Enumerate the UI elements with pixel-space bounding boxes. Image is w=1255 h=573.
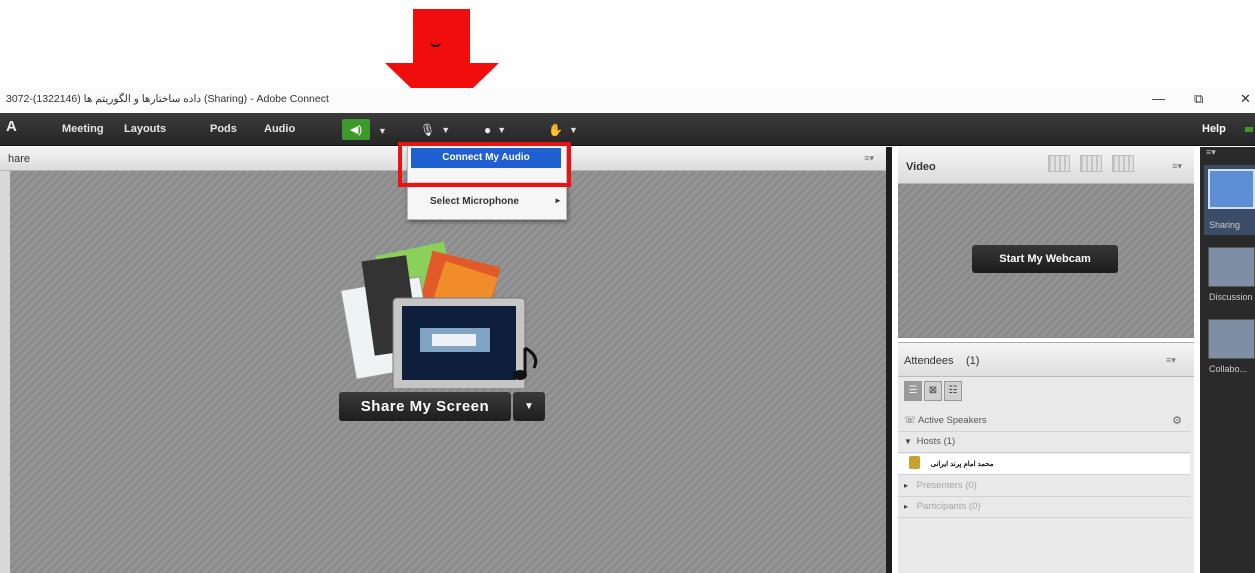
menu-audio[interactable]: Audio [264, 123, 295, 135]
hand-icon: ✋ [548, 122, 563, 137]
layouts-menu-icon[interactable]: ≡▾ [1206, 147, 1216, 158]
menu-meeting[interactable]: Meeting [62, 123, 104, 135]
participants-label: Participants (0) [916, 501, 981, 512]
status-dropdown-icon[interactable]: ▼ [569, 125, 578, 135]
host-name: محمد امام پرند ایرانی [930, 461, 994, 468]
start-webcam-button[interactable]: Start My Webcam [972, 245, 1118, 273]
restore-button[interactable]: ⧉ [1194, 91, 1203, 107]
pod-options-icon[interactable]: ≡▾ [1166, 355, 1176, 366]
speaker-button[interactable]: ◀) [342, 119, 370, 140]
gear-icon[interactable]: ⚙ [1172, 411, 1182, 431]
submenu-arrow-icon: ► [554, 196, 562, 205]
expand-right-icon: ▸ [904, 481, 909, 490]
filmstrip-view-icon[interactable] [1080, 155, 1102, 172]
participants-group-row[interactable]: ▸ Participants (0) [898, 497, 1190, 518]
window-titlebar: 3072-(1322146) داده ساختارها و الگوریتم … [0, 88, 1255, 113]
grid-view-icon[interactable] [1048, 155, 1070, 172]
attendee-view-buttons: ☰ ⊠ ☷ [904, 381, 962, 401]
share-my-screen-button[interactable]: Share My Screen [339, 392, 511, 421]
select-microphone-item[interactable]: Select Microphone [430, 196, 519, 207]
minimize-button[interactable]: — [1152, 91, 1165, 106]
hosts-label: Hosts (1) [916, 436, 956, 447]
share-pod-edge [0, 171, 10, 573]
adobe-logo-icon: A [6, 118, 17, 135]
menu-layouts[interactable]: Layouts [124, 123, 166, 135]
host-user-icon [909, 456, 920, 469]
microphone-dropdown-icon[interactable]: ▼ [441, 125, 450, 135]
presenters-label: Presenters (0) [916, 480, 977, 491]
layout-label-sharing[interactable]: Sharing [1209, 220, 1240, 230]
window-title: 3072-(1322146) داده ساختارها و الگوریتم … [6, 93, 329, 105]
webcam-button[interactable]: ● ▼ [484, 119, 506, 140]
share-options-dropdown-icon[interactable]: ▼ [513, 392, 545, 421]
close-button[interactable]: ✕ [1240, 91, 1251, 107]
expand-down-icon: ▼ [904, 437, 912, 446]
microphone-button[interactable]: 🎙 ▼ [420, 119, 450, 140]
active-speakers-row: ☏ Active Speakers ⚙ [898, 411, 1190, 432]
video-pod: Video ≡▾ Start My Webcam [898, 147, 1194, 338]
grid-view-icon[interactable]: ⊠ [924, 381, 942, 401]
expand-right-icon: ▸ [904, 502, 909, 511]
raise-hand-button[interactable]: ✋ ▼ [548, 119, 578, 140]
layout-thumbnail-sharing[interactable] [1208, 169, 1255, 209]
menu-bar: A Meeting Layouts Pods Audio ◀) ▼ 🎙 ▼ ● … [0, 113, 1255, 146]
layout-thumbnail-discussion[interactable] [1208, 247, 1255, 287]
list-view-icon[interactable]: ☰ [904, 381, 922, 401]
speaker-icon: ◀) [349, 124, 363, 136]
annotation-highlight-box [398, 142, 571, 187]
attendee-list-item[interactable]: محمد امام پرند ایرانی [898, 454, 1190, 475]
pod-options-icon[interactable]: ≡▾ [1172, 161, 1182, 172]
microphone-icon: 🎙 [420, 122, 436, 137]
connection-status-icon [1245, 127, 1253, 132]
screenshot-root: 3072-(1322146) داده ساختارها و الگوریتم … [0, 0, 1255, 573]
video-layout-icons [1048, 155, 1134, 172]
layout-label-collaboration[interactable]: Collabo... [1209, 364, 1247, 374]
layouts-panel: ≡▾ Sharing Discussion Collabo... [1200, 147, 1255, 573]
attendees-title: Attendees [904, 355, 954, 367]
layout-label-discussion[interactable]: Discussion [1209, 292, 1253, 302]
attendees-count: (1) [966, 355, 980, 367]
attendees-pod: Attendees (1) ≡▾ ☰ ⊠ ☷ ☏ Active Speakers… [898, 342, 1194, 573]
share-pod-title: hare [8, 153, 31, 165]
speaker-icon: ☏ [904, 415, 918, 426]
video-pod-header: Video ≡▾ [898, 147, 1194, 184]
webcam-dropdown-icon[interactable]: ▼ [497, 125, 506, 135]
video-pod-title: Video [906, 161, 936, 173]
annotation-arrow-shaft [413, 9, 470, 64]
screen-share-illustration-icon [340, 241, 538, 388]
presenters-group-row[interactable]: ▸ Presenters (0) [898, 476, 1190, 497]
hosts-group-row[interactable]: ▼ Hosts (1) [898, 432, 1190, 453]
webcam-icon: ● [484, 122, 492, 137]
role-view-icon[interactable]: ☷ [944, 381, 962, 401]
menu-help[interactable]: Help [1202, 123, 1226, 135]
menu-pods[interactable]: Pods [210, 123, 237, 135]
speaker-dropdown-icon[interactable]: ▼ [378, 126, 387, 136]
layout-thumbnail-collaboration[interactable] [1208, 319, 1255, 359]
fullscreen-icon[interactable] [1112, 155, 1134, 172]
active-speakers-label: Active Speakers [918, 415, 987, 426]
attendees-pod-header: Attendees (1) ≡▾ [898, 343, 1194, 377]
pod-options-icon[interactable]: ≡▾ [864, 153, 874, 164]
